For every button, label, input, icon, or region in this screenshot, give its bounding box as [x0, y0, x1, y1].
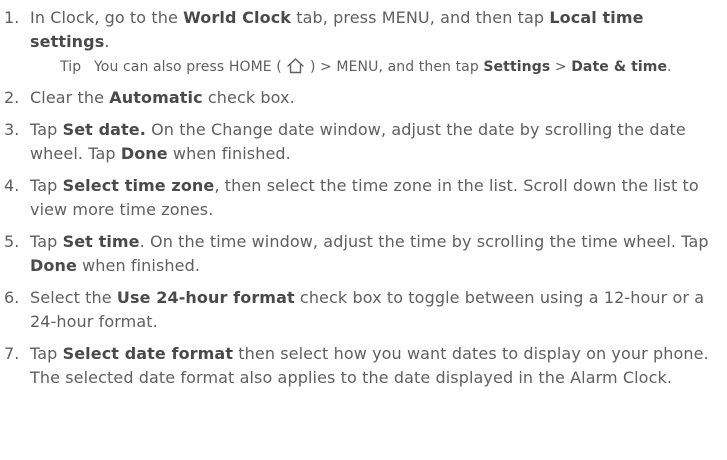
- tip-text: You can also press HOME (: [94, 59, 287, 75]
- ui-term-select-date-format: Select date format: [62, 344, 234, 363]
- step-number: 2.: [4, 88, 20, 107]
- step-text: Clear the: [30, 88, 110, 107]
- ui-term-done: Done: [30, 256, 77, 275]
- step-text: when finished.: [76, 256, 201, 275]
- step-text: . On the time window, adjust the time by…: [139, 232, 709, 251]
- ui-term-done: Done: [120, 144, 168, 163]
- step-number: 4.: [4, 176, 20, 195]
- step-text: Tap: [30, 176, 63, 195]
- step-number: 5.: [4, 232, 20, 251]
- step-text: In Clock, go to the: [30, 8, 184, 27]
- step-3: 3. Tap Set date. On the Change date wind…: [0, 118, 726, 166]
- step-text: Tap: [30, 120, 63, 139]
- tip-text: >: [550, 59, 572, 75]
- step-2: 2. Clear the Automatic check box.: [0, 86, 726, 110]
- ui-term-set-date: Set date: [62, 120, 140, 139]
- ui-term-set-time: Set time: [62, 232, 140, 251]
- tip-text: ) > MENU, and then tap: [305, 59, 484, 75]
- ui-term-world-clock: World Clock: [183, 8, 292, 27]
- step-text: when finished.: [167, 144, 291, 163]
- tip-text: .: [667, 59, 672, 75]
- step-number: 3.: [4, 120, 20, 139]
- step-text: check box.: [202, 88, 295, 107]
- ui-term-automatic: Automatic: [109, 88, 203, 107]
- step-number: 6.: [4, 288, 20, 307]
- ui-term-date-time: Date & time: [571, 59, 668, 75]
- step-1: 1. In Clock, go to the World Clock tab, …: [0, 6, 726, 78]
- step-7: 7. Tap Select date format then select ho…: [0, 342, 726, 390]
- step-text: tab, press MENU, and then tap: [291, 8, 550, 27]
- step-4: 4. Tap Select time zone, then select the…: [0, 174, 726, 222]
- tip-note: Tip You can also press HOME ( ) > MENU, …: [30, 57, 724, 78]
- step-number: 1.: [4, 8, 20, 27]
- home-icon: [286, 57, 305, 74]
- step-text: Select the: [30, 288, 117, 307]
- step-text: .: [104, 32, 110, 51]
- tip-label: Tip: [60, 59, 82, 75]
- step-text: Tap: [30, 232, 63, 251]
- step-text: Tap: [30, 344, 63, 363]
- step-number: 7.: [4, 344, 20, 363]
- instructions-page: 1. In Clock, go to the World Clock tab, …: [0, 0, 727, 460]
- steps-list: 1. In Clock, go to the World Clock tab, …: [0, 6, 726, 398]
- ui-term-select-time-zone: Select time zone: [62, 176, 215, 195]
- ui-term-settings: Settings: [483, 59, 551, 75]
- step-6: 6. Select the Use 24-hour format check b…: [0, 286, 726, 334]
- ui-term-use-24-hour-format: Use 24-hour format: [116, 288, 295, 307]
- step-5: 5. Tap Set time. On the time window, adj…: [0, 230, 726, 278]
